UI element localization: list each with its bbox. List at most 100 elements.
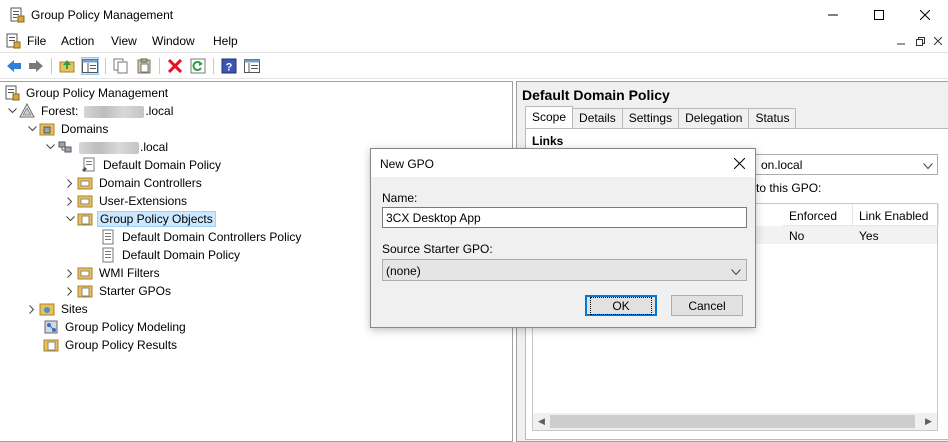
ok-button[interactable]: OK (585, 295, 657, 316)
ou-folder-icon (77, 193, 93, 209)
starter-gpo-value: (none) (386, 264, 421, 278)
tree-item-gpo-ddcp[interactable]: Default Domain Controllers Policy (100, 228, 303, 246)
chevron-down-icon (731, 265, 741, 279)
chevron-down-icon[interactable] (63, 212, 77, 226)
tree-item-results[interactable]: Group Policy Results (43, 336, 179, 354)
tree-item-default-domain-policy-link[interactable]: Default Domain Policy (81, 156, 223, 174)
chevron-down-icon[interactable] (5, 104, 19, 118)
tab-scope[interactable]: Scope (525, 106, 574, 128)
tree-label: Group Policy Management (26, 86, 169, 100)
tree-label: WMI Filters (99, 266, 160, 280)
name-label: Name: (382, 191, 418, 205)
tree-label: Group Policy Objects (97, 211, 216, 227)
tree-item-user-extensions[interactable]: User-Extensions (63, 192, 189, 210)
back-icon[interactable] (5, 57, 23, 75)
dialog-title: New GPO (380, 157, 435, 171)
chevron-right-icon[interactable] (63, 176, 77, 190)
help-icon[interactable]: ? (220, 57, 238, 75)
tree-item-gpo-ddp[interactable]: Default Domain Policy (100, 246, 242, 264)
delete-icon[interactable] (166, 57, 184, 75)
maximize-button[interactable] (856, 0, 902, 30)
ou-folder-icon (77, 175, 93, 191)
tree-item-domains[interactable]: Domains (25, 120, 110, 138)
column-header-enforced[interactable]: Enforced (783, 204, 853, 226)
tree-item-domain-controllers[interactable]: Domain Controllers (63, 174, 204, 192)
gpmc-root-icon (4, 85, 20, 101)
chevron-down-icon[interactable] (25, 122, 39, 136)
menu-help[interactable]: Help (213, 34, 238, 48)
close-button[interactable] (902, 0, 948, 30)
scroll-thumb[interactable] (550, 415, 915, 428)
column-header-link-enabled[interactable]: Link Enabled (853, 204, 939, 226)
forest-icon (19, 103, 35, 119)
tree-item-forest[interactable]: Forest: .local (5, 102, 175, 120)
gpo-link-icon (81, 157, 97, 173)
console-window-icon[interactable] (5, 33, 21, 49)
domain-icon (57, 139, 73, 155)
linked-locations-label: d to this GPO: (746, 181, 822, 195)
tree-item-group-policy-objects[interactable]: Group Policy Objects (63, 210, 216, 228)
horizontal-scrollbar[interactable]: ◀ ▶ (533, 413, 937, 430)
tree-item-root[interactable]: Group Policy Management (4, 84, 170, 102)
chevron-down-icon (923, 159, 933, 173)
tree-label: Group Policy Modeling (65, 320, 186, 334)
close-icon[interactable] (731, 155, 747, 171)
minimize-button[interactable] (810, 0, 856, 30)
tree-label: Domains (61, 122, 109, 136)
forward-icon[interactable] (27, 57, 45, 75)
up-folder-icon[interactable] (58, 57, 76, 75)
paste-icon[interactable] (135, 57, 153, 75)
toolbar-separator (105, 58, 106, 74)
tree-item-sites[interactable]: Sites (25, 300, 90, 318)
chevron-right-icon[interactable] (25, 302, 39, 316)
scroll-right-icon[interactable]: ▶ (920, 415, 937, 428)
menu-action[interactable]: Action (61, 34, 94, 48)
title-bar: Group Policy Management (0, 0, 948, 30)
mdi-close-icon[interactable] (930, 34, 946, 48)
refresh-icon[interactable] (189, 57, 207, 75)
svg-text:?: ? (226, 62, 233, 74)
tree-item-modeling[interactable]: Group Policy Modeling (43, 318, 188, 336)
tree-item-domain[interactable]: .local (43, 138, 170, 156)
tree-label: Group Policy Results (65, 338, 178, 352)
menu-window[interactable]: Window (152, 34, 195, 48)
properties-icon[interactable] (243, 57, 261, 75)
modeling-icon (43, 319, 59, 335)
tree-item-starter-gpos[interactable]: Starter GPOs (63, 282, 173, 300)
toolbar-separator (51, 58, 52, 74)
mdi-minimize-icon[interactable] (893, 34, 909, 48)
chevron-right-icon[interactable] (63, 284, 77, 298)
details-title: Default Domain Policy (522, 87, 670, 103)
toolbar-separator (213, 58, 214, 74)
copy-icon[interactable] (112, 57, 130, 75)
chevron-right-icon[interactable] (63, 194, 77, 208)
gpo-name-input[interactable] (382, 207, 747, 228)
show-hide-console-tree-icon[interactable] (81, 57, 99, 75)
tree-label: Default Domain Policy (122, 248, 241, 262)
tab-details[interactable]: Details (572, 108, 623, 128)
location-value: on.local (761, 158, 803, 172)
domain-suffix: .local (140, 140, 169, 154)
tree-label: Default Domain Controllers Policy (122, 230, 302, 244)
menu-file[interactable]: File (27, 34, 46, 48)
tree-label: User-Extensions (99, 194, 188, 208)
ok-label: OK (590, 296, 652, 315)
tree-label: Forest: .local (39, 103, 175, 119)
chevron-down-icon[interactable] (43, 140, 57, 154)
tab-status[interactable]: Status (748, 108, 797, 128)
tab-settings[interactable]: Settings (621, 108, 680, 128)
sites-folder-icon (39, 301, 55, 317)
chevron-right-icon[interactable] (63, 266, 77, 280)
starter-gpo-select[interactable]: (none) (382, 259, 747, 281)
results-folder-icon (43, 337, 59, 353)
menu-bar: File Action View Window Help (0, 30, 948, 52)
menu-view[interactable]: View (111, 34, 137, 48)
dialog-title-bar: New GPO (371, 149, 755, 177)
tree-label: .local (77, 139, 170, 155)
tree-item-wmi-filters[interactable]: WMI Filters (63, 264, 162, 282)
cancel-button[interactable]: Cancel (671, 295, 743, 316)
scroll-left-icon[interactable]: ◀ (533, 415, 550, 428)
mdi-restore-icon[interactable] (912, 34, 928, 48)
details-tabs: Scope Details Settings Delegation Status (525, 106, 797, 128)
tab-delegation[interactable]: Delegation (678, 108, 750, 128)
